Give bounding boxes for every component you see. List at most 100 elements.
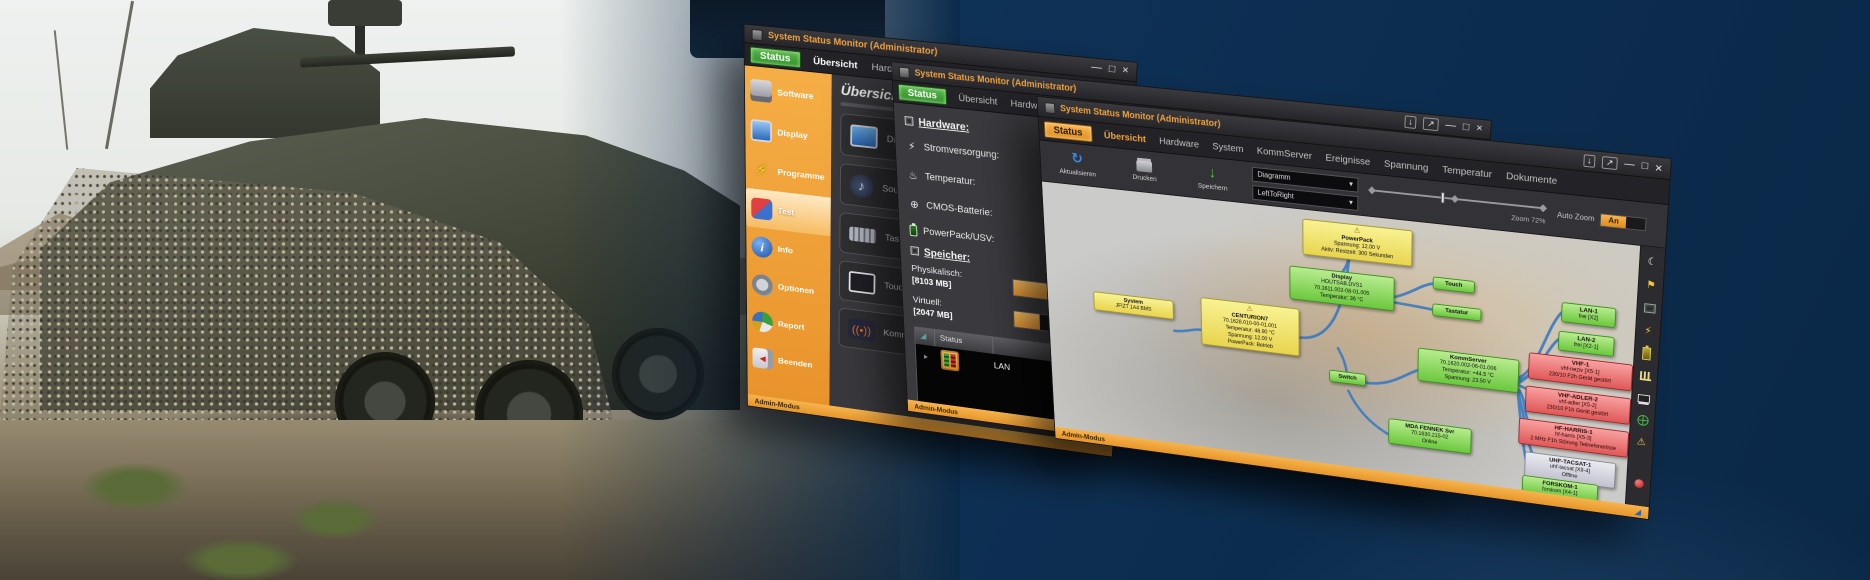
select-value: Diagramm	[1257, 170, 1290, 182]
resize-grip-icon[interactable]: ◢	[1634, 507, 1641, 517]
tab-dokumente[interactable]: Dokumente	[1499, 167, 1564, 189]
window-diagram: System Status Monitor (Administrator) ↓ …	[1037, 96, 1672, 520]
sidebar-label: Test	[778, 206, 795, 218]
zoom-value: Zoom 72%	[1511, 213, 1546, 225]
sidebar-label: Display	[777, 128, 807, 141]
section-title: Hardware:	[918, 116, 969, 134]
tab-ereignisse[interactable]: Ereignisse	[1319, 149, 1377, 170]
tab-uebersicht[interactable]: Übersicht	[952, 90, 1004, 110]
sidebar-label: Info	[778, 244, 793, 255]
export-button[interactable]: ↓	[1583, 154, 1596, 168]
status-indicator[interactable]: Status	[750, 46, 800, 68]
frame-icon[interactable]	[1643, 303, 1655, 313]
tab-kommserver[interactable]: KommServer	[1250, 142, 1318, 164]
warning-icon: ⚠	[1247, 304, 1253, 313]
expand-button[interactable]: ↗	[1602, 156, 1618, 170]
grass	[180, 538, 300, 580]
test-tools-icon	[751, 197, 772, 220]
chevron-down-icon: ▾	[1349, 180, 1353, 189]
flag-icon[interactable]: ⚑	[1643, 277, 1659, 293]
tab-uebersicht[interactable]: Übersicht	[807, 53, 864, 74]
gear-icon	[752, 273, 773, 296]
sidebar-label: Optionen	[778, 282, 814, 296]
section-title: Speicher:	[924, 246, 971, 264]
night-mode-icon[interactable]: ☾	[1644, 254, 1660, 271]
minimize-button[interactable]: —	[1624, 159, 1635, 171]
exit-door-icon: ◄	[752, 347, 773, 370]
cmos-icon: ⊕	[908, 198, 920, 212]
sidebar-label: Beenden	[778, 356, 812, 370]
print-button[interactable]: Drucken	[1115, 150, 1173, 192]
select-value: LeftToRight	[1258, 188, 1294, 200]
tab-temperatur[interactable]: Temperatur	[1436, 161, 1499, 182]
minimize-button[interactable]: —	[1091, 62, 1102, 74]
grass	[80, 462, 190, 512]
row-label: Stromversorgung:	[924, 142, 1000, 161]
printer-icon	[1136, 160, 1152, 172]
battery-icon[interactable]	[1642, 347, 1651, 361]
programs-icon: ⚡	[751, 158, 772, 182]
grass	[290, 498, 380, 540]
sidebar-label: Programme	[777, 167, 824, 182]
memory-total: [8103 MB]	[912, 276, 952, 290]
close-button[interactable]: ×	[1655, 161, 1663, 174]
expand-button[interactable]: ↗	[1423, 117, 1439, 131]
network-ports-icon[interactable]	[1639, 371, 1651, 381]
sort-icon[interactable]: ◢	[915, 327, 935, 346]
record-indicator	[1634, 479, 1644, 489]
device-status-icon	[940, 349, 959, 371]
slider-tick	[1368, 186, 1376, 194]
button-label: Drucken	[1132, 172, 1156, 183]
tab-uebersicht[interactable]: Übersicht	[1098, 127, 1153, 147]
slider-thumb[interactable]	[1441, 192, 1445, 204]
lightning-icon: ⚡	[906, 139, 918, 153]
app-icon	[899, 66, 910, 78]
sidebar: Software Display ⚡ Programme Test i Info	[745, 65, 832, 415]
monitor-icon[interactable]	[1638, 394, 1651, 403]
tab-hardware[interactable]: Hardware	[1153, 132, 1206, 152]
save-button[interactable]: ↓ Speichern	[1183, 157, 1242, 199]
chevron-down-icon: ▾	[1349, 198, 1353, 207]
minimize-button[interactable]: —	[1445, 120, 1456, 132]
button-label: Speichern	[1198, 181, 1228, 192]
maximize-button[interactable]: □	[1109, 64, 1116, 75]
row-marker-icon: ▸	[916, 351, 936, 363]
button-label: Aktualisieren	[1059, 167, 1096, 179]
slider-tick	[1451, 195, 1459, 203]
app-icon	[752, 28, 763, 40]
display-icon	[751, 119, 772, 143]
maximize-button[interactable]: □	[1463, 122, 1470, 133]
sidebar-label: Software	[777, 88, 813, 102]
slider-tick	[1539, 204, 1547, 212]
power-icon[interactable]: ⚡	[1640, 323, 1656, 339]
temperature-icon: ♨	[907, 169, 919, 183]
sidebar-label: Report	[778, 319, 804, 332]
memory-total: [2047 MB]	[913, 307, 953, 321]
auto-zoom-toggle[interactable]: An	[1600, 213, 1647, 231]
powerpack-icon	[909, 224, 917, 236]
auto-zoom-label: Auto Zoom	[1557, 211, 1595, 223]
row-label: Virtuell:	[913, 295, 942, 309]
close-button[interactable]: ×	[1476, 123, 1483, 134]
globe-icon[interactable]	[1637, 414, 1649, 426]
app-icon	[1045, 102, 1056, 114]
music-note-icon: ♪	[850, 173, 874, 199]
warning-icon: ⚠	[1354, 226, 1361, 235]
maximize-button[interactable]: □	[1641, 161, 1648, 172]
refresh-button[interactable]: ↻ Aktualisieren	[1048, 144, 1106, 186]
section-icon	[905, 116, 914, 126]
status-indicator-warning[interactable]: Status	[1044, 121, 1092, 142]
tab-spannung[interactable]: Spannung	[1378, 155, 1435, 176]
antenna-icon: ((•))	[848, 318, 875, 342]
tab-system[interactable]: System	[1206, 138, 1250, 157]
status-indicator[interactable]: Status	[898, 83, 947, 104]
close-button[interactable]: ×	[1122, 65, 1129, 76]
save-icon: ↓	[1209, 166, 1216, 181]
info-icon: i	[752, 236, 773, 259]
software-icon	[750, 79, 772, 103]
sensor-head	[328, 0, 402, 26]
warning-icon[interactable]: ⚠	[1633, 434, 1649, 450]
section-icon	[910, 246, 919, 256]
export-button[interactable]: ↓	[1404, 115, 1417, 129]
hero-banner: System Status Monitor (Administrator) — …	[0, 0, 1870, 580]
